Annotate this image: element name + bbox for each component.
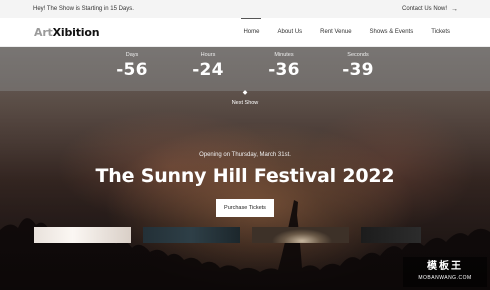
purchase-tickets-button[interactable]: Purchase Tickets [216,199,274,217]
countdown-days-label: Days [125,52,139,58]
nav-item-about-us[interactable]: About Us [277,18,302,46]
countdown-days: Days -56 [102,52,162,80]
countdown-hours: Hours -24 [178,52,238,80]
countdown-hours-value: -24 [192,60,224,80]
announcement-bar: Hey! The Show is Starting in 15 Days. Co… [0,0,490,18]
site-watermark: 模板王 MOBANWANG.COM [403,257,487,287]
announcement-text: Hey! The Show is Starting in 15 Days. [33,6,134,12]
diamond-icon: ◆ [242,90,248,96]
nav-menu: Home About Us Rent Venue Shows & Events … [225,18,450,46]
nav-item-home[interactable]: Home [241,18,262,46]
next-show-label: Next Show [231,100,259,106]
countdown-days-value: -56 [116,60,148,80]
logo-part-light: Art [34,25,53,39]
contact-us-label: Contact Us Now! [401,6,447,12]
next-show-link[interactable]: ◆ Next Show [0,90,490,106]
nav-item-rent-venue[interactable]: Rent Venue [320,18,351,46]
event-thumbnail[interactable] [34,227,131,243]
countdown-minutes-label: Minutes [274,52,294,58]
site-logo[interactable]: ArtXibition [34,25,100,39]
watermark-title: 模板王 [427,261,463,272]
countdown-seconds-label: Seconds [347,52,369,58]
arrow-right-icon: → [451,5,458,13]
countdown-hours-label: Hours [200,52,216,58]
hero-title: The Sunny Hill Festival 2022 [95,165,395,187]
hero-banner: Days -56 Hours -24 Minutes -36 Seconds -… [0,47,490,290]
nav-item-tickets[interactable]: Tickets [431,18,450,46]
countdown-bar: Days -56 Hours -24 Minutes -36 Seconds -… [0,47,490,91]
countdown-minutes-value: -36 [268,60,300,80]
event-thumbnail[interactable] [143,227,240,243]
event-thumbnail[interactable] [252,227,349,243]
main-navbar: ArtXibition Home About Us Rent Venue Sho… [0,18,490,47]
nav-item-shows-events[interactable]: Shows & Events [370,18,414,46]
event-thumbnail[interactable] [361,227,421,243]
opening-date-text: Opening on Thursday, March 31st. [199,152,291,158]
countdown-seconds-value: -39 [342,60,374,80]
contact-us-link[interactable]: Contact Us Now! → [402,6,458,13]
watermark-url: MOBANWANG.COM [418,275,472,281]
logo-part-bold: Xibition [52,25,100,39]
countdown-seconds: Seconds -39 [328,52,388,80]
countdown-minutes: Minutes -36 [254,52,314,80]
